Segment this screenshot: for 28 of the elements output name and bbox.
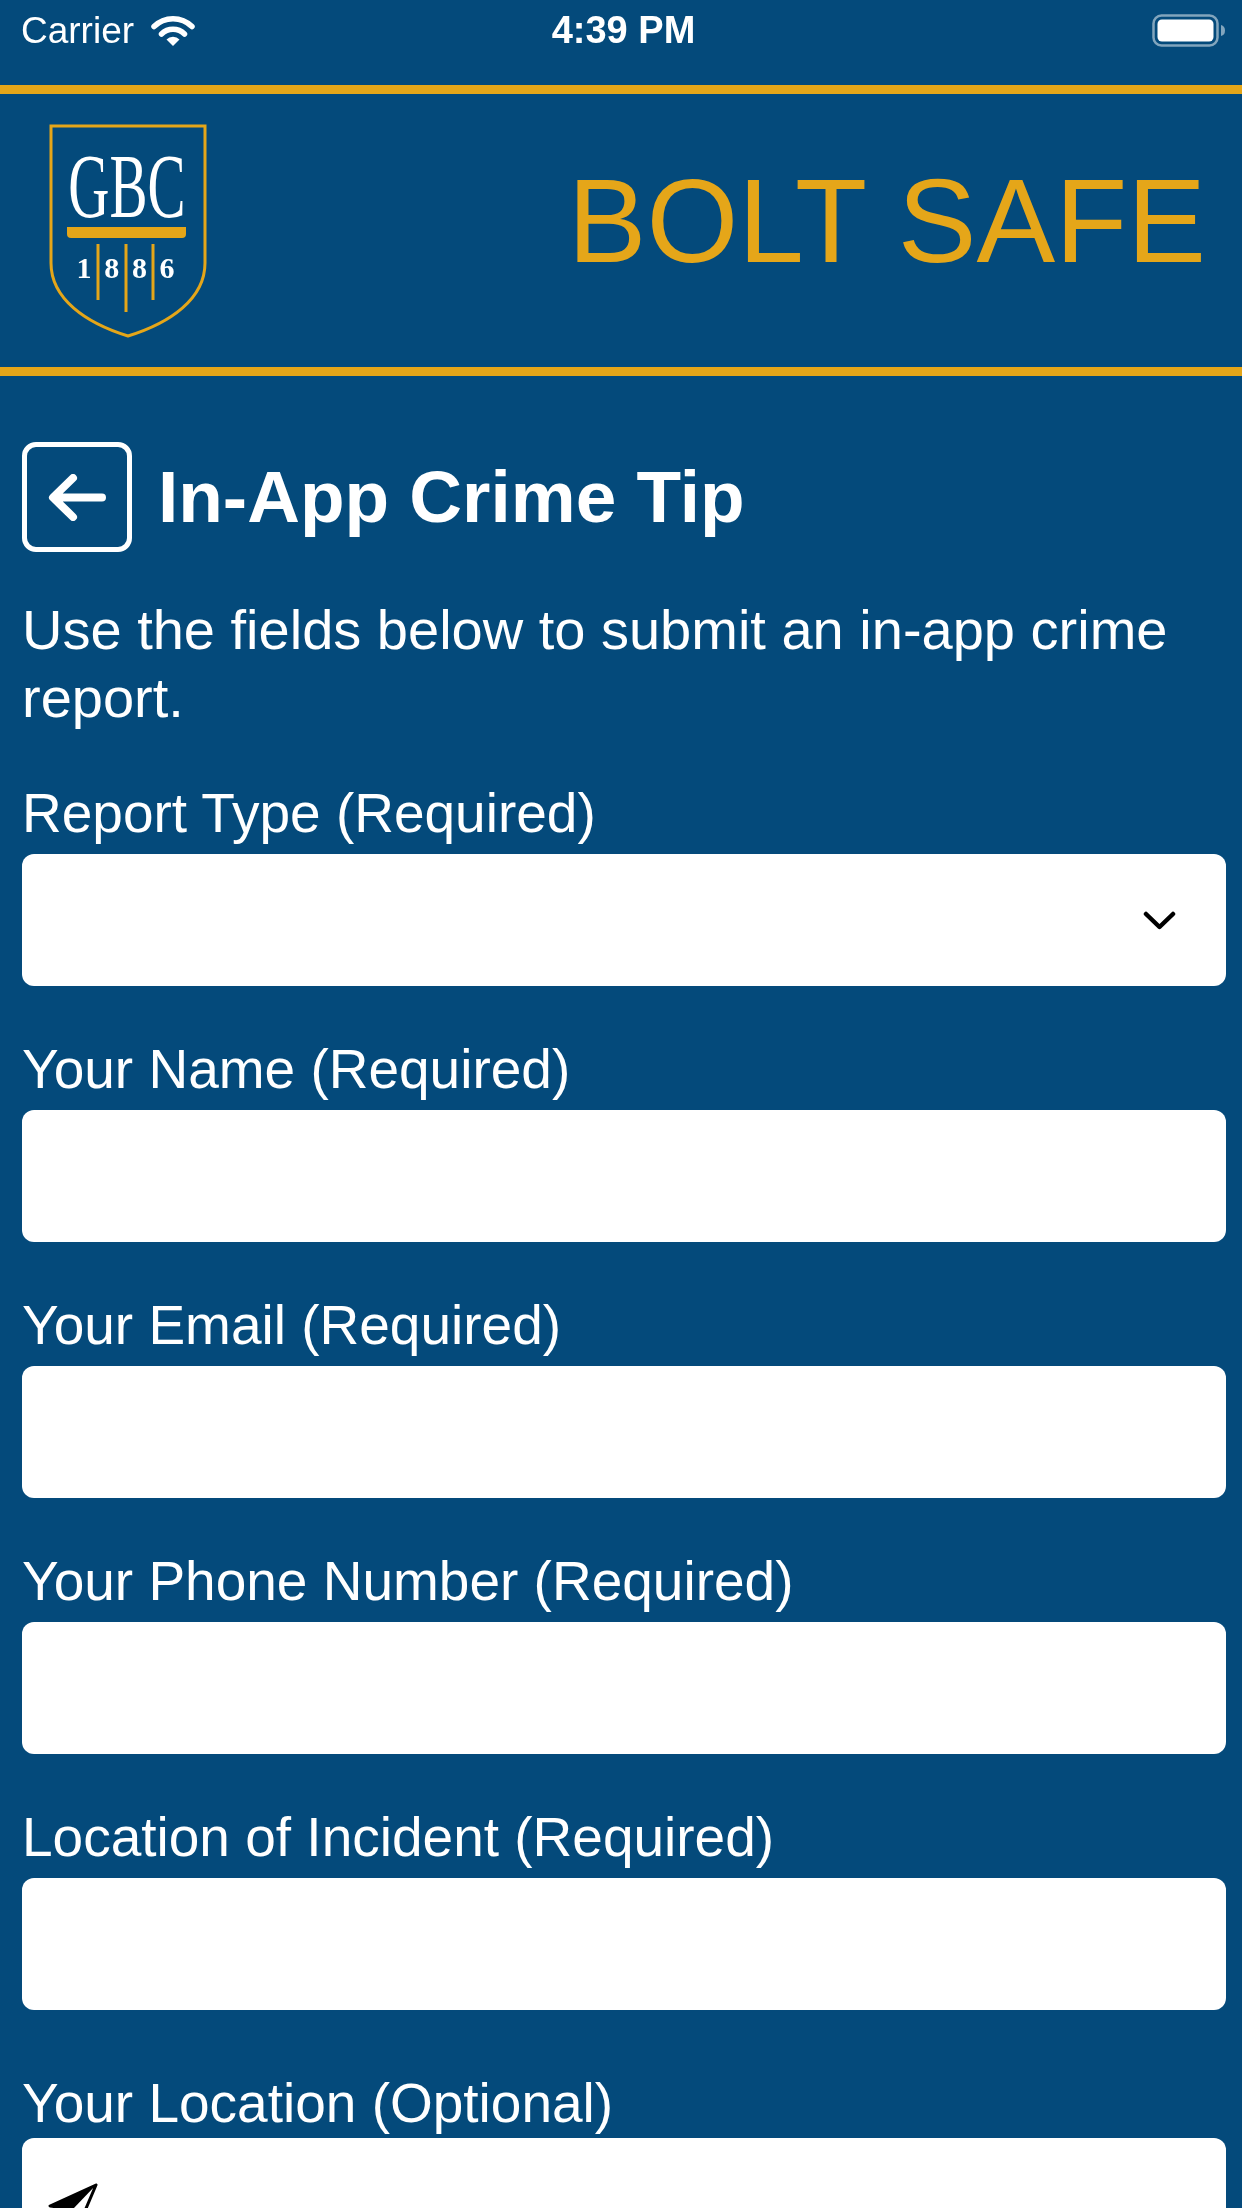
crest-year-digit: 8	[131, 250, 147, 284]
field-label: Report Type (Required)	[22, 781, 597, 846]
text-input-field[interactable]	[22, 1366, 1226, 1498]
wifi-icon	[150, 13, 197, 47]
field-label: Your Location (Optional)	[22, 2071, 615, 2136]
field-label: Location of Incident (Required)	[22, 1805, 776, 1870]
page-description: Use the fields below to submit an in-app crime report.	[22, 597, 1169, 731]
left-arrow-icon	[48, 473, 106, 521]
app-title: BOLT SAFE	[567, 161, 1206, 280]
crest-monogram: GBC	[68, 134, 186, 237]
battery-icon	[1152, 13, 1226, 47]
field-label: Your Email (Required)	[22, 1293, 563, 1358]
text-input-field[interactable]	[22, 1110, 1226, 1242]
text-input-field[interactable]	[22, 1622, 1226, 1754]
crest-year-digit: 1	[76, 250, 92, 284]
back-button[interactable]	[22, 442, 132, 552]
field-label: Your Name (Required)	[22, 1037, 572, 1102]
carrier-name: Carrier	[21, 11, 135, 49]
crest-year-digit: 8	[104, 250, 120, 284]
status-time: 4:39 PM	[551, 11, 696, 49]
text-input-field[interactable]	[22, 1878, 1226, 2010]
dropdown-field[interactable]	[22, 854, 1226, 986]
field-label: Your Phone Number (Required)	[22, 1549, 795, 1614]
location-input-field[interactable]	[22, 2138, 1226, 2208]
location-arrow-icon	[48, 2183, 98, 2208]
chevron-down-icon	[1143, 910, 1176, 930]
page-title: In-App Crime Tip	[158, 456, 745, 538]
crest-year-digit: 6	[159, 250, 175, 284]
